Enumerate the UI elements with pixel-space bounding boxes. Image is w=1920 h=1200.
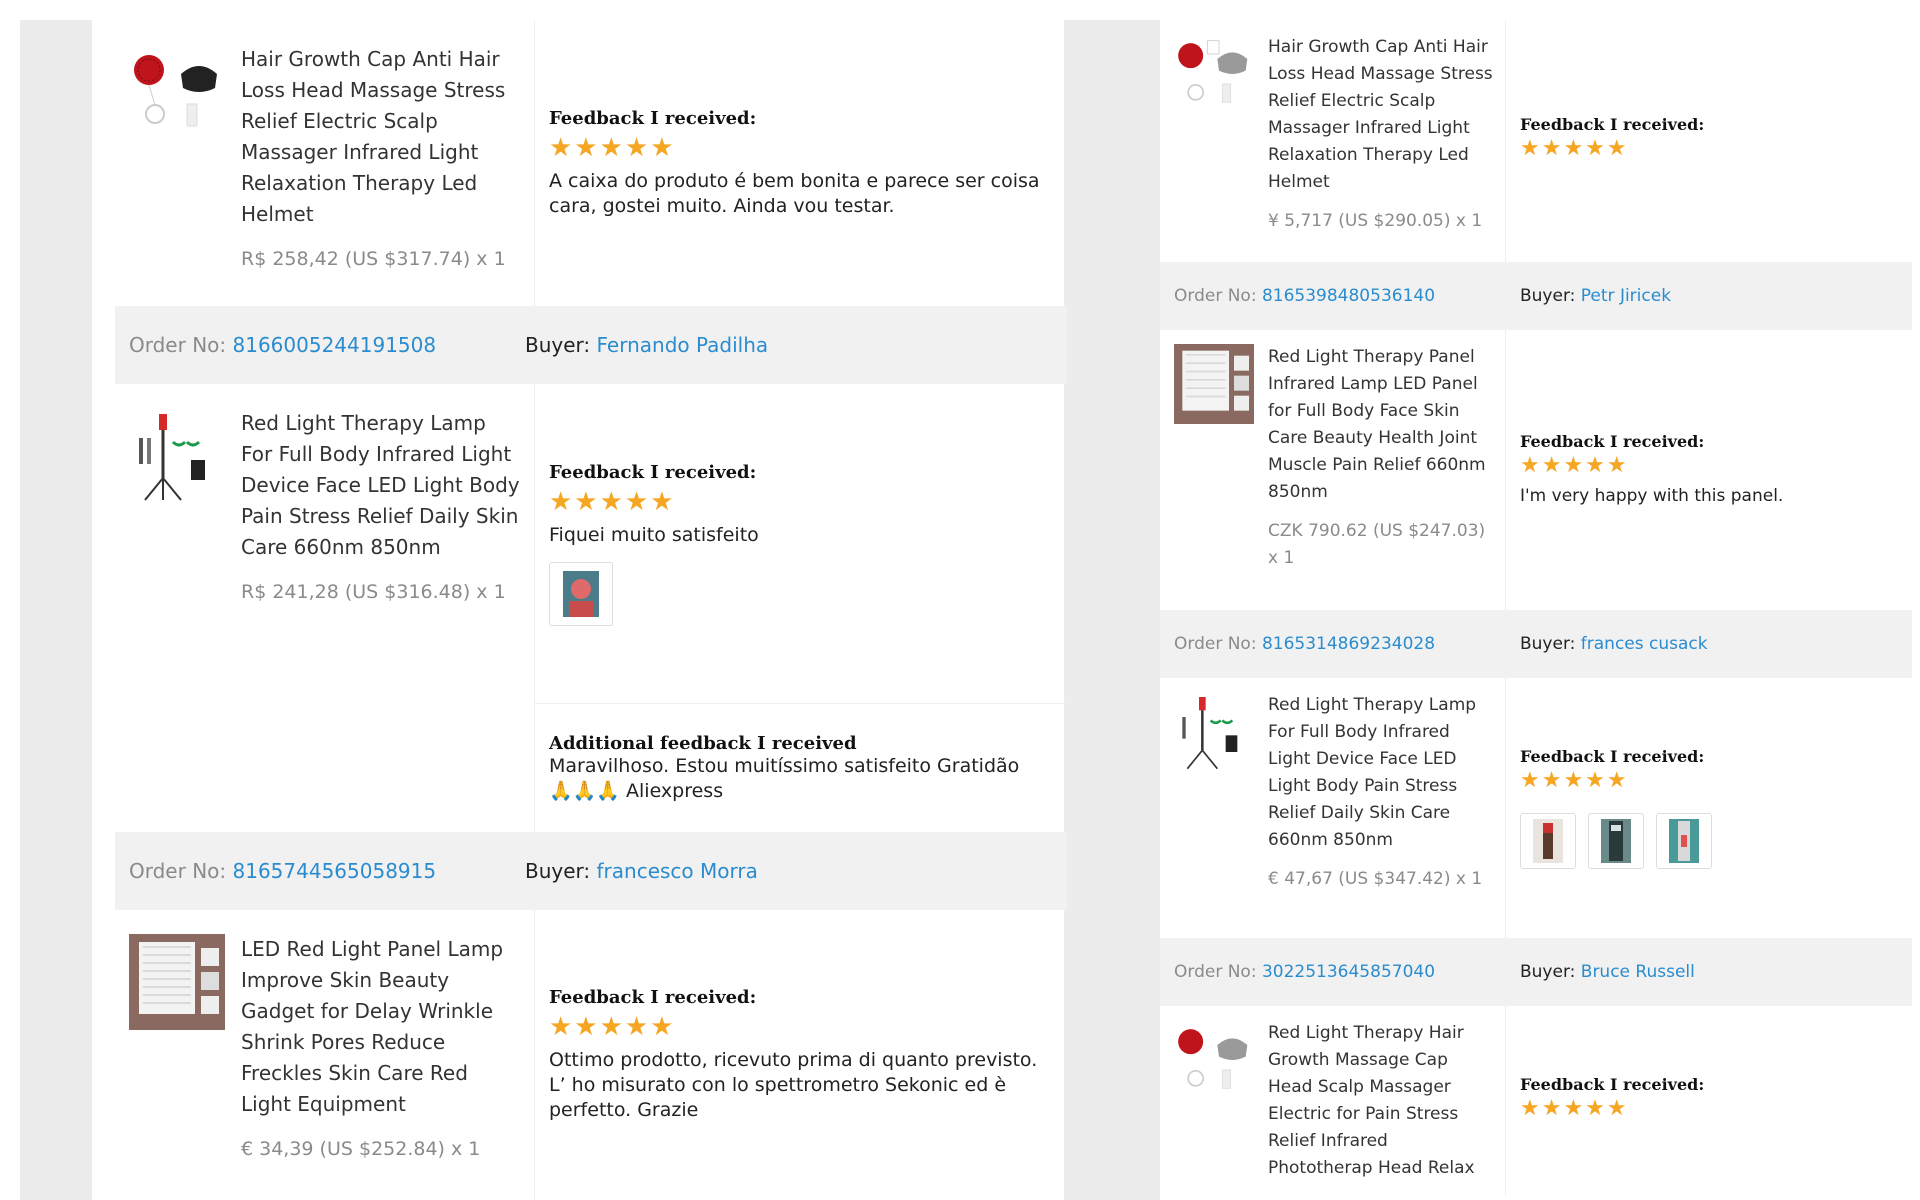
additional-feedback-label: Additional feedback I received (549, 732, 857, 754)
star-rating: ★★★★★ (549, 132, 676, 163)
middle-gutter (1064, 20, 1160, 1200)
additional-feedback-text: Maravilhoso. Estou muitíssimo satisfeito… (549, 754, 1020, 777)
feedback-cell: Feedback I received: ★★★★★ I'm very happ… (1506, 330, 1912, 610)
order-bar: Order No: 8165744565058915 Buyer: france… (115, 832, 1067, 910)
order-label: Order No: (129, 859, 227, 883)
tripod-lamp-icon[interactable] (129, 408, 225, 504)
left-feedback-column: Hair Growth Cap Anti Hair Loss Head Mass… (115, 20, 1067, 1200)
product-cell: Hair Growth Cap Anti Hair Loss Head Mass… (1160, 20, 1506, 262)
feedback-label: Feedback I received: (549, 107, 757, 129)
buyer-name-link[interactable]: Fernando Padilha (597, 333, 769, 357)
review-photos (1520, 813, 1898, 869)
feedback-label: Feedback I received: (1520, 432, 1705, 451)
order-number-link[interactable]: 8166005244191508 (233, 333, 437, 357)
feedback-cell: Feedback I received: ★★★★★ (1506, 678, 1912, 938)
product-price: ¥ 5,717 (US $290.05) x 1 (1268, 211, 1483, 231)
product-title[interactable]: Hair Growth Cap Anti Hair Loss Head Mass… (241, 44, 520, 230)
product-cell: Hair Growth Cap Anti Hair Loss Head Mass… (115, 20, 535, 306)
feedback-item: Hair Growth Cap Anti Hair Loss Head Mass… (115, 20, 1067, 306)
feedback-text: I'm very happy with this panel. (1520, 486, 1784, 506)
additional-feedback-tail: 🙏🙏🙏 Aliexpress (549, 779, 724, 802)
feedback-item: Hair Growth Cap Anti Hair Loss Head Mass… (1160, 20, 1912, 262)
order-number-link[interactable]: 8165398480536140 (1262, 286, 1435, 306)
star-rating: ★★★★★ (1520, 453, 1629, 478)
buyer-label: Buyer: (1520, 962, 1576, 982)
feedback-item: LED Red Light Panel Lamp Improve Skin Be… (115, 910, 1067, 1200)
order-bar: Order No: 8165398480536140 Buyer: Petr J… (1160, 262, 1912, 330)
product-price: € 34,39 (US $252.84) x 1 (241, 1138, 481, 1160)
feedback-text: Ottimo prodotto, ricevuto prima di quant… (549, 1049, 1038, 1121)
feedback-label: Feedback I received: (549, 461, 757, 483)
product-title[interactable]: LED Red Light Panel Lamp Improve Skin Be… (241, 934, 520, 1120)
feedback-item: Red Light Therapy Hair Growth Massage Ca… (1160, 1006, 1912, 1196)
tripod-lamp-icon[interactable] (1174, 692, 1254, 772)
feedback-item: Red Light Therapy Panel Infrared Lamp LE… (1160, 330, 1912, 610)
buyer-label: Buyer: (1520, 286, 1576, 306)
feedback-text: A caixa do produto é bem bonita e parece… (549, 169, 1040, 217)
helmet-icon[interactable] (129, 44, 225, 140)
feedback-item: Red Light Therapy Lamp For Full Body Inf… (115, 384, 1067, 832)
additional-feedback-cell: Additional feedback I received Maravilho… (535, 704, 1067, 832)
feedback-label: Feedback I received: (1520, 1075, 1705, 1094)
buyer-name-link[interactable]: frances cusack (1581, 634, 1708, 654)
order-number-link[interactable]: 3022513645857040 (1262, 962, 1435, 982)
helmet-icon[interactable] (1174, 1020, 1254, 1100)
review-photo-icon[interactable] (1520, 813, 1576, 869)
buyer-name-link[interactable]: francesco Morra (597, 859, 758, 883)
feedback-label: Feedback I received: (549, 987, 757, 1008)
helmet-icon[interactable] (1174, 34, 1254, 114)
star-rating: ★★★★★ (549, 1012, 676, 1042)
product-cell: LED Red Light Panel Lamp Improve Skin Be… (115, 910, 535, 1200)
led-panel-icon[interactable] (129, 934, 225, 1030)
review-photo-icon[interactable] (1656, 813, 1712, 869)
product-price: CZK 790.62 (US $247.03) x 1 (1268, 521, 1486, 568)
left-gutter (20, 20, 92, 1200)
star-rating: ★★★★★ (549, 486, 676, 517)
product-title[interactable]: Red Light Therapy Panel Infrared Lamp LE… (1268, 344, 1493, 506)
product-cell: Red Light Therapy Panel Infrared Lamp LE… (1160, 330, 1506, 610)
feedback-label: Feedback I received: (1520, 747, 1705, 766)
order-number-link[interactable]: 8165744565058915 (233, 859, 437, 883)
review-photo-icon[interactable] (1588, 813, 1644, 869)
order-number-link[interactable]: 8165314869234028 (1262, 634, 1435, 654)
order-label: Order No: (129, 333, 227, 357)
product-price: R$ 241,28 (US $316.48) x 1 (241, 581, 506, 603)
order-label: Order No: (1174, 286, 1257, 306)
product-title[interactable]: Red Light Therapy Hair Growth Massage Ca… (1268, 1020, 1493, 1182)
order-bar: Order No: 8165314869234028 Buyer: france… (1160, 610, 1912, 678)
product-cell: Red Light Therapy Hair Growth Massage Ca… (1160, 1006, 1506, 1196)
order-label: Order No: (1174, 962, 1257, 982)
star-rating: ★★★★★ (1520, 136, 1629, 161)
feedback-item: Red Light Therapy Lamp For Full Body Inf… (1160, 678, 1912, 938)
buyer-label: Buyer: (1520, 634, 1576, 654)
product-title[interactable]: Red Light Therapy Lamp For Full Body Inf… (1268, 692, 1493, 854)
product-price: R$ 258,42 (US $317.74) x 1 (241, 248, 506, 270)
feedback-text: Fiquei muito satisfeito (549, 523, 759, 546)
buyer-label: Buyer: (525, 333, 591, 357)
order-label: Order No: (1174, 634, 1257, 654)
review-photos (549, 561, 1053, 626)
right-feedback-column: Hair Growth Cap Anti Hair Loss Head Mass… (1160, 20, 1912, 1196)
buyer-label: Buyer: (525, 859, 591, 883)
product-price: € 47,67 (US $347.42) x 1 (1268, 869, 1483, 889)
buyer-name-link[interactable]: Petr Jiricek (1581, 286, 1671, 306)
led-panel-icon[interactable] (1174, 344, 1254, 424)
feedback-cell: Feedback I received: ★★★★★ (1506, 20, 1912, 262)
review-photo-icon[interactable] (549, 561, 613, 626)
product-title[interactable]: Hair Growth Cap Anti Hair Loss Head Mass… (1268, 34, 1493, 196)
feedback-cell: Feedback I received: ★★★★★ A caixa do pr… (535, 20, 1067, 306)
star-rating: ★★★★★ (1520, 1096, 1629, 1121)
feedback-cell: Feedback I received: ★★★★★ Fiquei muito … (535, 384, 1067, 704)
product-title[interactable]: Red Light Therapy Lamp For Full Body Inf… (241, 408, 520, 563)
buyer-name-link[interactable]: Bruce Russell (1581, 962, 1695, 982)
feedback-label: Feedback I received: (1520, 115, 1705, 134)
order-bar: Order No: 3022513645857040 Buyer: Bruce … (1160, 938, 1912, 1006)
feedback-cell: Feedback I received: ★★★★★ (1506, 1006, 1912, 1196)
order-bar: Order No: 8166005244191508 Buyer: Fernan… (115, 306, 1067, 384)
product-cell: Red Light Therapy Lamp For Full Body Inf… (1160, 678, 1506, 938)
star-rating: ★★★★★ (1520, 768, 1629, 793)
product-cell: Red Light Therapy Lamp For Full Body Inf… (115, 384, 535, 832)
feedback-cell: Feedback I received: ★★★★★ Ottimo prodot… (535, 910, 1067, 1200)
